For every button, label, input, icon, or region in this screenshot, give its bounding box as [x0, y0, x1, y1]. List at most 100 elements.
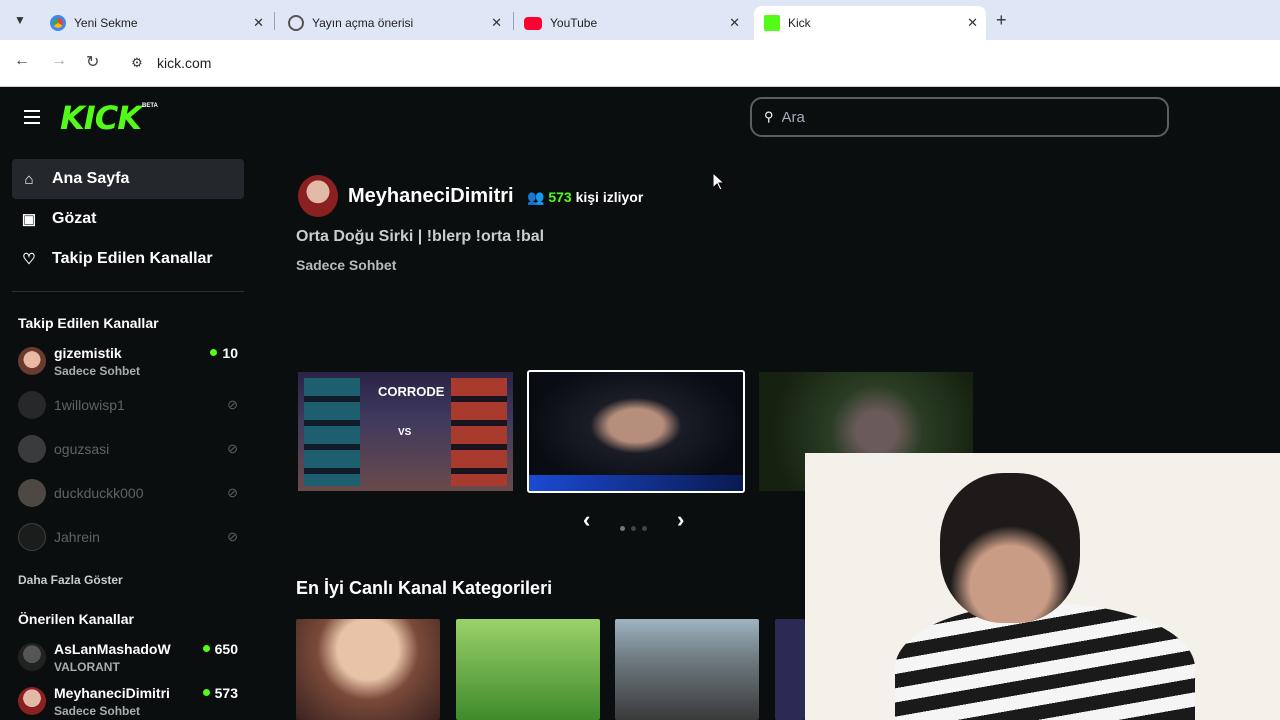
categories-title: En İyi Canlı Kanal Kategorileri: [296, 578, 553, 598]
carousel-next-icon[interactable]: ›: [677, 507, 684, 533]
followed-channels-title: Takip Edilen Kanallar: [18, 315, 159, 331]
viewer-count: 573: [203, 685, 238, 701]
tab-label: Kick: [788, 16, 811, 30]
tab-search-chevron-icon[interactable]: ▼: [8, 8, 32, 32]
url-field[interactable]: kick.com: [157, 55, 211, 71]
avatar: [18, 687, 46, 715]
kick-icon: [764, 15, 780, 31]
site-info-icon[interactable]: ⚙: [126, 52, 148, 74]
tab-label: YouTube: [550, 16, 598, 30]
openai-icon: [288, 15, 304, 31]
stream-title: Orta Doğu Sirki | !blerp !orta !bal: [296, 228, 545, 245]
close-icon[interactable]: ✕: [253, 15, 264, 31]
avatar: [18, 391, 46, 419]
heart-icon: ♡: [22, 251, 36, 268]
offline-eye-icon: ⊘: [227, 485, 238, 500]
person-shirt: [895, 603, 1195, 720]
tab-yayin-acma[interactable]: Yayın açma önerisi ✕: [278, 6, 510, 40]
tab-divider: [274, 12, 275, 30]
tab-kick[interactable]: Kick ✕: [754, 6, 986, 40]
channel-duckduckk000[interactable]: duckduckk000 ⊘: [18, 477, 244, 517]
kick-logo[interactable]: KICK: [60, 99, 142, 137]
channel-gizemistik[interactable]: gizemistik Sadece Sohbet 10: [18, 345, 244, 385]
viewer-count: 10: [210, 345, 238, 361]
thumb-vs: VS: [398, 427, 412, 438]
category-card[interactable]: [615, 619, 759, 720]
thumb-title: CORRODE: [378, 384, 445, 399]
carousel-thumbnail-active[interactable]: [527, 370, 745, 493]
channel-category: Sadece Sohbet: [54, 704, 141, 718]
viewer-suffix: kişi izliyor: [575, 189, 644, 205]
viewer-info: 👥 573 kişi izliyor: [527, 189, 643, 206]
viewer-count: 573: [548, 189, 572, 205]
channel-oguzsasi[interactable]: oguzsasi ⊘: [18, 433, 244, 473]
nav-home[interactable]: ⌂ Ana Sayfa: [12, 159, 244, 199]
avatar: [18, 435, 46, 463]
carousel-thumbnail[interactable]: CORRODE VS: [298, 372, 513, 491]
browser-tab-bar: ▼ Yeni Sekme ✕ Yayın açma önerisi ✕ YouT…: [0, 0, 1280, 40]
address-bar: ← → ↻ ⚙ kick.com: [0, 40, 1280, 87]
sidebar: ⌂ Ana Sayfa ▣ Gözat ♡ Takip Edilen Kanal…: [0, 147, 256, 720]
streamer-name[interactable]: MeyhaneciDimitri: [348, 185, 514, 208]
browse-icon: ▣: [21, 211, 37, 228]
channel-1willowisp1[interactable]: 1willowisp1 ⊘: [18, 389, 244, 429]
sidebar-divider: [12, 291, 244, 292]
nav-label: Ana Sayfa: [52, 170, 130, 187]
home-icon: ⌂: [24, 170, 34, 188]
nav-browse[interactable]: ▣ Gözat: [12, 199, 244, 239]
channel-name: duckduckk000: [54, 485, 144, 501]
hamburger-menu-icon[interactable]: [24, 110, 40, 124]
close-icon[interactable]: ✕: [967, 15, 978, 31]
offline-eye-icon: ⊘: [227, 529, 238, 544]
tab-youtube[interactable]: YouTube ✕: [514, 6, 748, 40]
search-icon: ⚲: [764, 109, 774, 124]
kick-page: KICK BETA ⚲ ⌂ Ana Sayfa ▣ Gözat ♡ Takip …: [0, 87, 1280, 720]
channel-name: gizemistik: [54, 345, 122, 361]
thumb-overlay: [529, 475, 743, 491]
close-icon[interactable]: ✕: [729, 15, 740, 31]
avatar: [18, 643, 46, 671]
close-icon[interactable]: ✕: [491, 15, 502, 31]
team-panel-right: [451, 378, 507, 486]
new-tab-plus-icon[interactable]: +: [996, 10, 1007, 31]
channel-name: 1willowisp1: [54, 397, 125, 413]
tab-new-tab[interactable]: Yeni Sekme ✕: [40, 6, 272, 40]
carousel-dots: [620, 518, 653, 536]
back-arrow-icon[interactable]: ←: [14, 52, 30, 70]
viewers-icon: 👥: [527, 189, 545, 205]
reload-icon[interactable]: ↻: [86, 52, 99, 72]
show-more-link[interactable]: Daha Fazla Göster: [18, 573, 123, 587]
youtube-icon: [524, 16, 542, 30]
chrome-icon: [50, 15, 66, 31]
avatar: [18, 523, 46, 551]
channel-name: oguzsasi: [54, 441, 110, 457]
tab-label: Yayın açma önerisi: [312, 16, 414, 30]
offline-eye-icon: ⊘: [227, 397, 238, 412]
viewer-count: 650: [203, 641, 238, 657]
category-card[interactable]: [456, 619, 600, 720]
channel-jahrein[interactable]: Jahrein ⊘: [18, 521, 244, 561]
channel-name: MeyhaneciDimitri: [54, 685, 170, 701]
channel-name: Jahrein: [54, 529, 100, 545]
streamer-avatar[interactable]: [298, 175, 338, 217]
carousel-prev-icon[interactable]: ‹: [583, 507, 590, 533]
search-input[interactable]: [781, 108, 1142, 126]
nav-label: Takip Edilen Kanallar: [52, 250, 213, 267]
channel-meyhanecidimitri[interactable]: MeyhaneciDimitri Sadece Sohbet 573: [18, 685, 244, 720]
beta-badge: BETA: [142, 103, 158, 109]
channel-aslanmashadow[interactable]: AsLanMashadoW VALORANT 650: [18, 641, 244, 681]
tab-label: Yeni Sekme: [74, 16, 138, 30]
channel-category: Sadece Sohbet: [54, 364, 141, 378]
team-panel-left: [304, 378, 360, 486]
avatar: [18, 347, 46, 375]
forward-arrow-icon[interactable]: →: [51, 52, 67, 70]
stream-category[interactable]: Sadece Sohbet: [296, 257, 396, 273]
person-head: [940, 473, 1080, 623]
nav-following[interactable]: ♡ Takip Edilen Kanallar: [12, 239, 244, 279]
category-card[interactable]: [775, 619, 805, 720]
channel-name: AsLanMashadoW: [54, 641, 171, 657]
search-box[interactable]: ⚲: [750, 97, 1169, 137]
nav-label: Gözat: [52, 210, 97, 227]
category-card[interactable]: [296, 619, 440, 720]
recommended-channels-title: Önerilen Kanallar: [18, 611, 134, 627]
